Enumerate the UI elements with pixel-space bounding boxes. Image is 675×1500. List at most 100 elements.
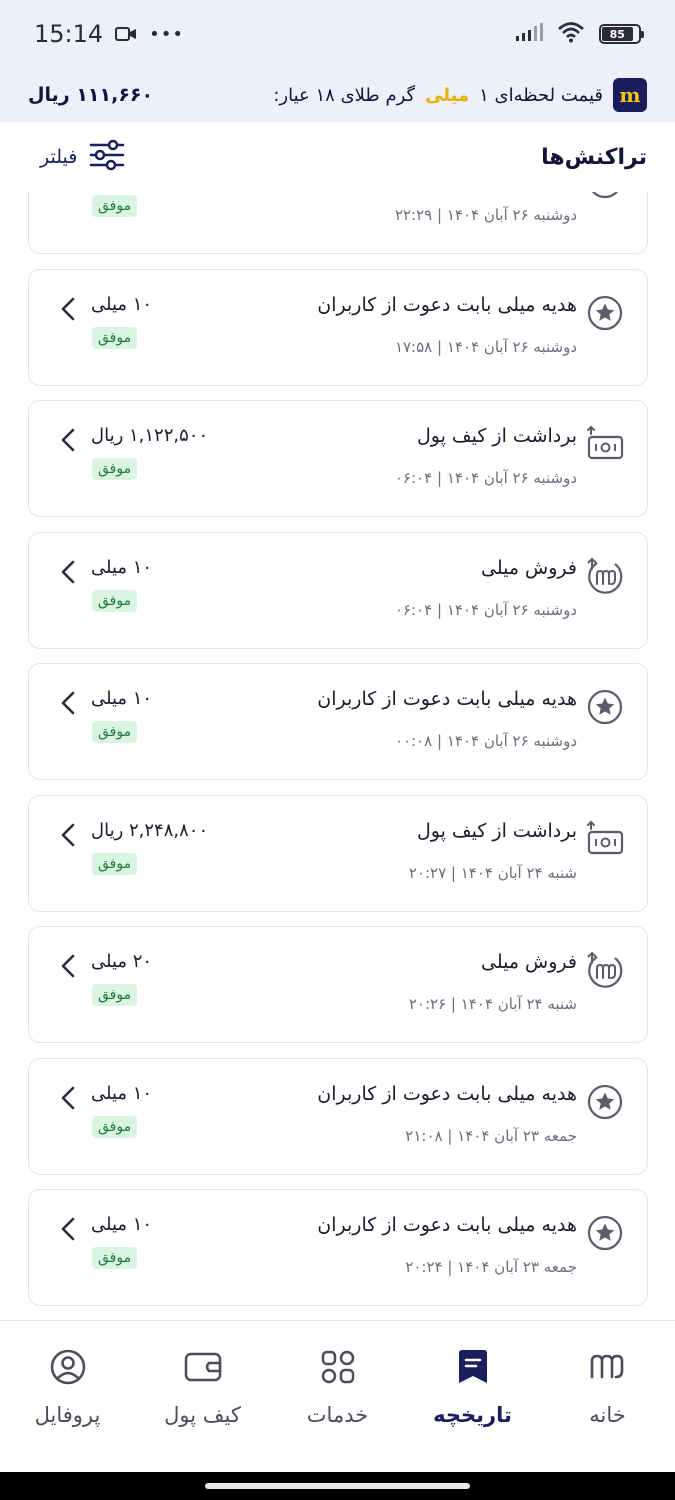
transaction-amount: ۱۰ میلی <box>91 688 153 709</box>
transaction-date: دوشنبه ۲۶ آبان ۱۴۰۴ | ۰۶:۰۴ <box>394 469 577 487</box>
price-label-after: گرم طلای ۱۸ عیار: <box>273 84 416 106</box>
transaction-title: برداشت از کیف پول <box>416 425 577 447</box>
gold-price-value: ۱۱۱,۶۶۰ ریال <box>28 84 154 106</box>
battery-level: 85 <box>602 27 633 41</box>
transaction-date: جمعه ۲۳ آبان ۱۴۰۴ | ۲۱:۰۸ <box>405 1126 577 1145</box>
chevron-left-icon[interactable] <box>57 953 79 979</box>
status-badge: موفق <box>92 1247 138 1269</box>
status-badge: موفق <box>92 458 138 480</box>
status-bar: 15:14 ••• 85 <box>0 0 675 68</box>
transaction-amount: ۱۰ میلی <box>91 1082 153 1104</box>
chevron-left-icon[interactable] <box>57 1085 79 1111</box>
home-logo-icon <box>588 1347 628 1387</box>
transaction-amount: ۱۰ میلی <box>91 1214 153 1235</box>
gold-price-text: m قیمت لحظه‌ای ۱ میلی گرم طلای ۱۸ عیار: <box>273 78 647 112</box>
signal-icon <box>515 22 543 46</box>
nav-item-home[interactable]: خانه <box>540 1321 675 1472</box>
gesture-bar <box>0 1472 675 1500</box>
star-icon <box>585 293 625 333</box>
status-badge: موفق <box>92 589 138 612</box>
transaction-amount: ۱۰ میلی <box>91 556 153 578</box>
transaction-amount: ۲,۲۴۸,۸۰۰ ریال <box>91 819 209 841</box>
nav-label-home: خانه <box>589 1403 626 1427</box>
filter-button[interactable]: فیلتر <box>40 139 125 176</box>
transaction-date: دوشنبه ۲۶ آبان ۱۴۰۴ | ۱۷:۵۸ <box>394 337 577 356</box>
transaction-card[interactable]: هدیه میلی بابت دعوت از کاربران دوشنبه ۲۶ … <box>28 663 648 780</box>
chevron-left-icon[interactable] <box>57 559 79 585</box>
status-badge: موفق <box>92 195 138 217</box>
star-icon <box>585 1082 625 1122</box>
transaction-card[interactable]: فروش میلی شنبه ۲۴ آبان ۱۴۰۴ | ۲۰:۲۶ ۲۰ میل… <box>28 926 648 1043</box>
transaction-card[interactable]: فروش میلی دوشنبه ۲۶ آبان ۱۴۰۴ | ۰۶:۰۴ ۱۰ م… <box>28 531 648 649</box>
transaction-date: دوشنبه ۲۶ آبان ۱۴۰۴ | ۰۰:۰۸ <box>394 732 577 750</box>
transaction-date: دوشنبه ۲۶ آبان ۱۴۰۴ | ۰۶:۰۴ <box>394 600 577 619</box>
profile-icon <box>48 1347 88 1387</box>
nav-label-profile: پروفایل <box>34 1403 101 1427</box>
chevron-left-icon[interactable] <box>57 822 79 848</box>
transaction-title: فروش میلی <box>480 951 577 973</box>
filter-icon <box>89 139 125 176</box>
transaction-title: برداشت از کیف پول <box>416 819 577 842</box>
nav-item-history[interactable]: تاریخچه <box>405 1321 540 1472</box>
transaction-card[interactable]: هدیه میلی بابت دعوت از کاربران دوشنبه ۲۶ … <box>28 268 648 386</box>
transaction-date: دوشنبه ۲۶ آبان ۱۴۰۴ | ۲۲:۲۹ <box>394 206 577 224</box>
transaction-title: هدیه میلی بابت دعوت از کاربران <box>317 688 577 710</box>
star-icon <box>585 687 625 727</box>
status-badge: موفق <box>92 984 138 1006</box>
transaction-title: هدیه میلی بابت دعوت از کاربران <box>317 1082 577 1105</box>
transaction-card[interactable]: هدیه میلی بابت دعوت از کاربران جمعه ۲۳ آب… <box>28 1057 648 1175</box>
nav-item-services[interactable]: خدمات <box>270 1321 405 1472</box>
filter-label: فیلتر <box>40 146 78 168</box>
nav-item-profile[interactable]: پروفایل <box>0 1321 135 1472</box>
price-label-before: قیمت لحظه‌ای ۱ <box>479 84 603 106</box>
transaction-list[interactable]: دوشنبه ۲۶ آبان ۱۴۰۴ | ۲۲:۲۹ موفق هدیه میلی… <box>0 192 675 1320</box>
nav-label-history: تاریخچه <box>433 1403 512 1427</box>
nav-label-wallet: کیف پول <box>164 1403 241 1427</box>
chevron-left-icon[interactable] <box>57 1216 79 1242</box>
bottom-nav: پروفایل کیف پول خدمات تاریخچه خانه <box>0 1320 675 1472</box>
wallet-icon <box>183 1347 223 1387</box>
transaction-title: هدیه میلی بابت دعوت از کاربران <box>317 293 577 316</box>
nav-item-wallet[interactable]: کیف پول <box>135 1321 270 1472</box>
chevron-left-icon[interactable] <box>57 296 79 322</box>
transaction-date: جمعه ۲۳ آبان ۱۴۰۴ | ۲۰:۲۴ <box>405 1258 577 1276</box>
star-icon <box>585 192 625 201</box>
chevron-left-icon[interactable] <box>57 427 79 453</box>
nav-label-services: خدمات <box>306 1403 369 1427</box>
transaction-date: شنبه ۲۴ آبان ۱۴۰۴ | ۲۰:۲۶ <box>408 995 577 1013</box>
transaction-title: هدیه میلی بابت دعوت از کاربران <box>317 1214 577 1236</box>
history-receipt-icon <box>453 1347 493 1387</box>
services-grid-icon <box>318 1347 358 1387</box>
withdraw-icon <box>585 424 625 464</box>
transaction-card[interactable]: برداشت از کیف پول دوشنبه ۲۶ آبان ۱۴۰۴ | ۰… <box>28 400 648 517</box>
transaction-card[interactable]: هدیه میلی بابت دعوت از کاربران جمعه ۲۳ آب… <box>28 1189 648 1306</box>
status-right: 85 <box>515 21 644 47</box>
status-badge: موفق <box>92 326 138 349</box>
status-badge: موفق <box>92 852 138 875</box>
more-dots: ••• <box>149 23 185 45</box>
status-badge: موفق <box>92 1115 138 1138</box>
price-label-highlight: میلی <box>425 84 470 106</box>
chevron-left-icon[interactable] <box>57 690 79 716</box>
page-header: فیلتر تراکنش‌ها <box>0 122 675 192</box>
transaction-card[interactable]: دوشنبه ۲۶ آبان ۱۴۰۴ | ۲۲:۲۹ موفق <box>28 192 648 254</box>
clock: 15:14 <box>34 20 104 48</box>
video-icon <box>115 20 137 48</box>
app-logo-icon: m <box>613 78 647 112</box>
status-left: 15:14 ••• <box>34 20 184 48</box>
gold-price-banner: ۱۱۱,۶۶۰ ریال m قیمت لحظه‌ای ۱ میلی گرم ط… <box>0 68 675 122</box>
transaction-amount: ۲۰ میلی <box>91 951 153 972</box>
sell-icon <box>585 556 625 596</box>
transaction-title: فروش میلی <box>480 556 577 579</box>
page-title: تراکنش‌ها <box>541 144 647 170</box>
withdraw-icon <box>585 819 625 859</box>
status-badge: موفق <box>92 721 138 743</box>
wifi-icon <box>557 21 585 47</box>
transaction-amount: ۱۰ میلی <box>91 293 153 315</box>
star-icon <box>585 1213 625 1253</box>
gesture-handle[interactable] <box>205 1483 470 1489</box>
transaction-card[interactable]: برداشت از کیف پول شنبه ۲۴ آبان ۱۴۰۴ | ۲۰:… <box>28 794 648 912</box>
transaction-date: شنبه ۲۴ آبان ۱۴۰۴ | ۲۰:۲۷ <box>408 863 577 882</box>
sell-icon <box>585 950 625 990</box>
battery-icon: 85 <box>599 24 644 44</box>
